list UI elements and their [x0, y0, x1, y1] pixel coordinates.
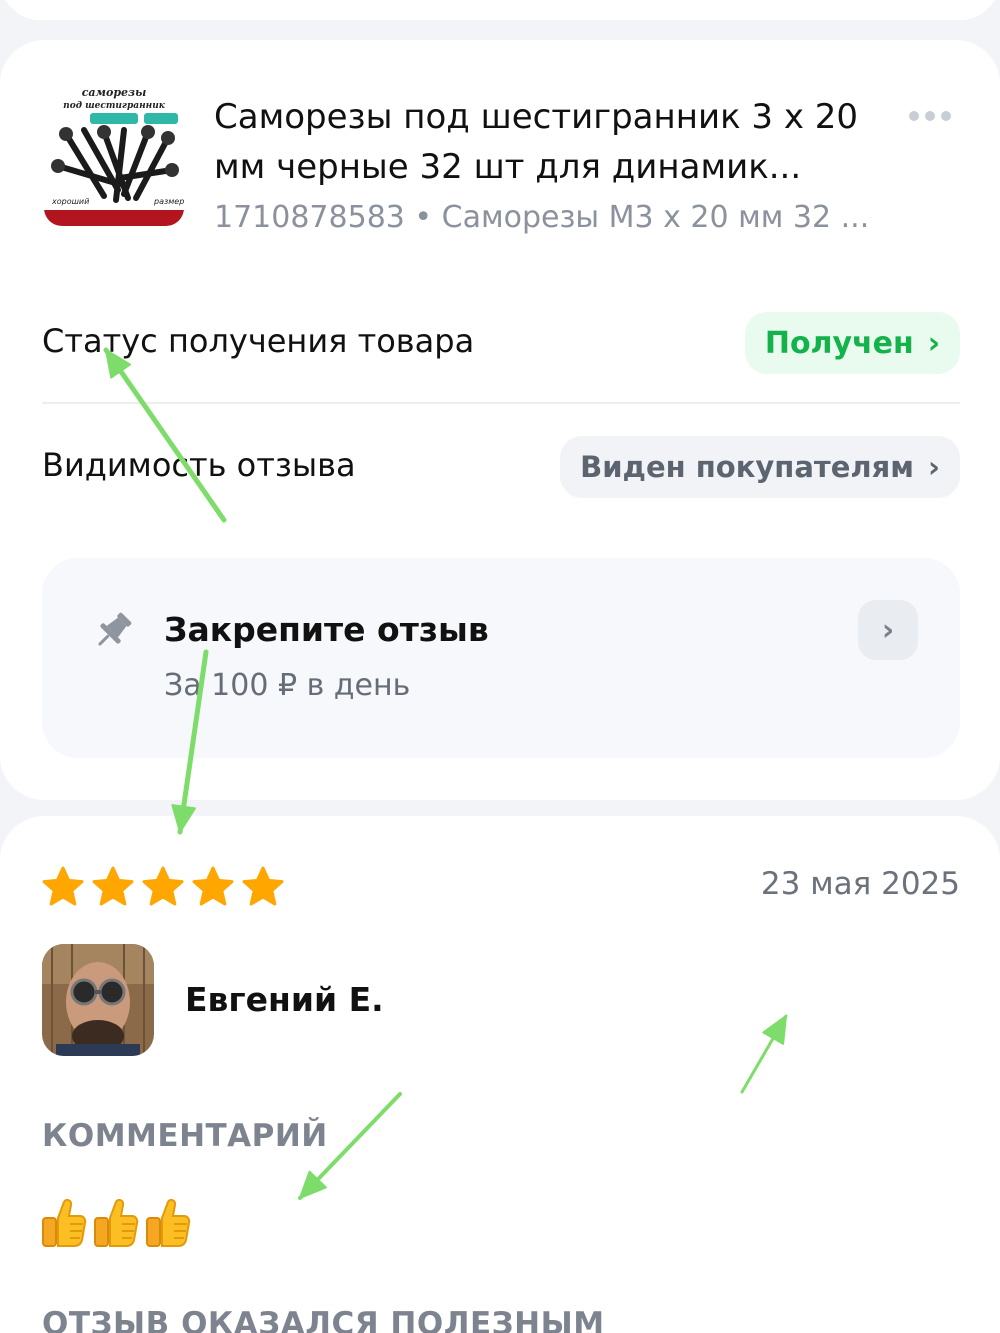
visibility-label: Видимость отзыва: [42, 446, 356, 484]
avatar[interactable]: [42, 944, 154, 1056]
helpful-heading: ОТЗЫВ ОКАЗАЛСЯ ПОЛЕЗНЫМ: [42, 1306, 605, 1333]
review-page: саморезы под шестигранник хороший размер…: [0, 0, 1000, 1333]
thumbs-up-icon: [42, 1198, 87, 1247]
star-icon: [42, 866, 84, 906]
star-icon: [192, 866, 234, 906]
status-badge[interactable]: Получен ›: [745, 312, 960, 374]
thumbs-up-icon: [94, 1198, 139, 1247]
product-title[interactable]: Саморезы под шестигранник 3 х 20 мм черн…: [214, 92, 894, 192]
svg-text:размер: размер: [153, 197, 184, 206]
comment-heading: КОММЕНТАРИЙ: [42, 1118, 328, 1154]
rating-stars: [40, 864, 286, 910]
chevron-right-icon: ›: [927, 450, 940, 484]
comment-text: [40, 1196, 192, 1248]
star-icon: [92, 866, 134, 906]
more-dots-icon[interactable]: [900, 104, 960, 128]
visibility-value: Виден покупателям: [580, 450, 914, 484]
product-article: 1710878583 • Саморезы М3 х 20 мм 32 ...: [214, 200, 870, 235]
thumbs-up-icon: [146, 1198, 191, 1247]
chevron-right-icon[interactable]: ›: [858, 600, 918, 660]
status-value: Получен: [764, 325, 914, 361]
svg-text:под шестигранник: под шестигранник: [63, 101, 166, 111]
chevron-right-icon: ›: [927, 325, 941, 361]
divider: [42, 402, 960, 404]
previous-card: [0, 0, 1000, 20]
pin-icon: [90, 608, 136, 654]
pin-review-card[interactable]: [42, 558, 960, 758]
svg-text:саморезы: саморезы: [82, 86, 147, 99]
review-date: 23 мая 2025: [760, 866, 960, 902]
product-thumbnail[interactable]: саморезы под шестигранник хороший размер: [44, 86, 184, 226]
pin-price: За 100 ₽ в день: [164, 668, 411, 703]
star-icon: [242, 866, 284, 906]
star-icon: [142, 866, 184, 906]
visibility-badge[interactable]: Виден покупателям ›: [560, 436, 960, 498]
svg-text:хороший: хороший: [51, 197, 89, 206]
status-label: Статус получения товара: [42, 322, 475, 360]
pin-title: Закрепите отзыв: [164, 610, 489, 649]
author-name: Евгений Е.: [185, 980, 384, 1019]
